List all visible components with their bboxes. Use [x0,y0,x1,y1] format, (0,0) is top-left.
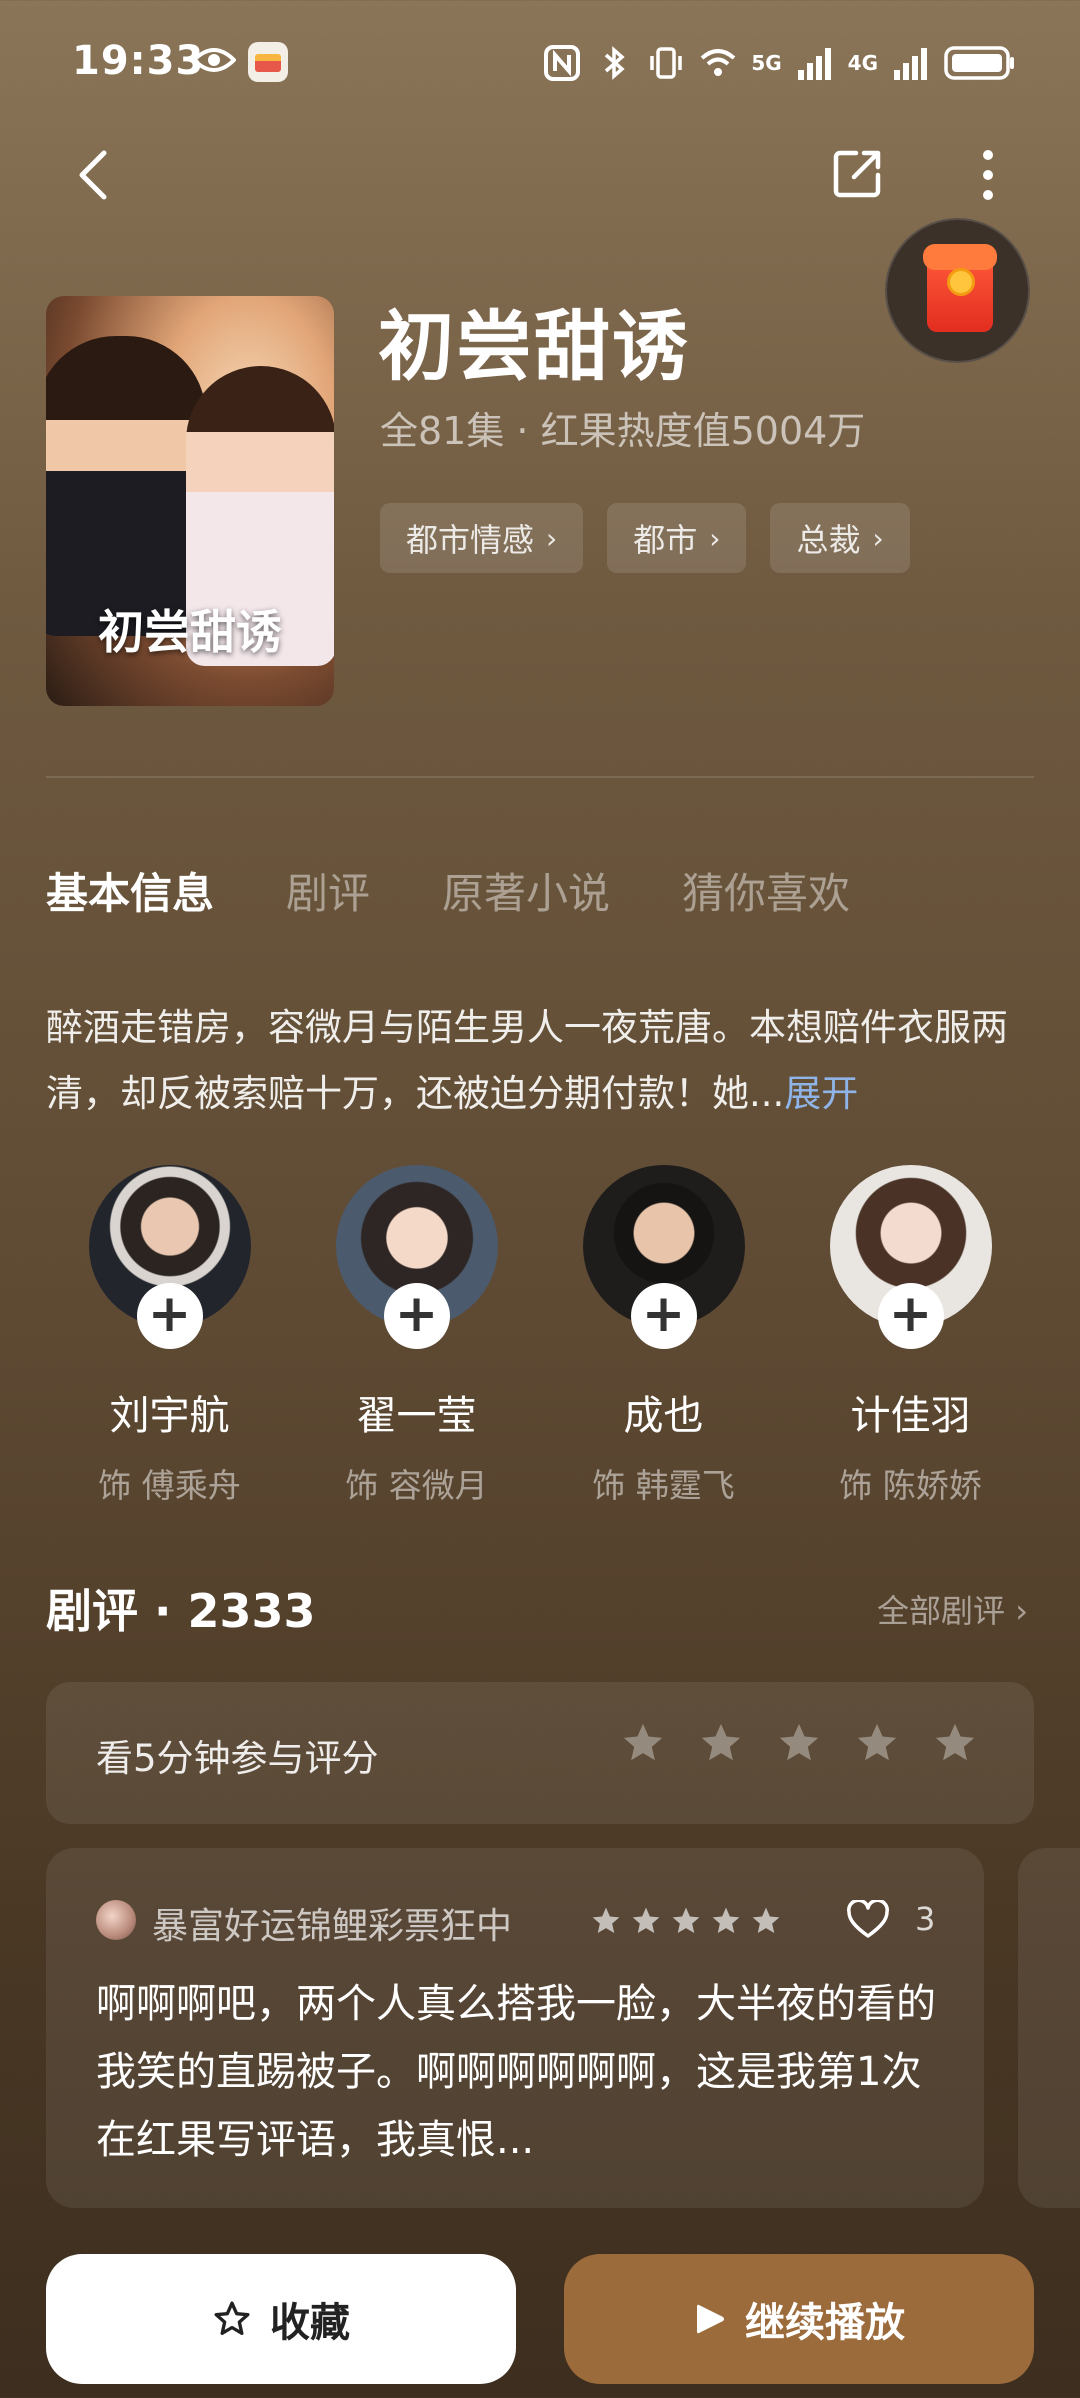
cast-role: 饰 容微月 [345,1466,488,1505]
drama-meta: 全81集 · 红果热度值5004万 [380,409,866,453]
cast-name: 成也 [623,1393,704,1439]
eye-icon [192,48,236,72]
signal-icon [797,48,831,80]
bluetooth-icon [605,46,625,80]
avatar[interactable]: + [335,1165,498,1349]
follow-plus-icon[interactable]: + [877,1283,944,1349]
back-icon[interactable] [70,145,120,205]
divider [46,776,1034,778]
cast-name: 计佳羽 [850,1393,971,1439]
more-options-icon[interactable] [978,145,998,205]
drama-title: 初尝甜诱 [378,302,690,391]
favorite-label: 收藏 [270,2300,350,2346]
synopsis-text: 醉酒走错房，容微月与陌生男人一夜荒唐。本想赔件衣服两清，却反被索赔十万，还被迫分… [46,1006,1008,1115]
review-username[interactable]: 暴富好运锦鲤彩票狂中 [152,1897,512,1949]
cast-list: + 刘宇航 饰 傅乘舟 + 翟一莹 饰 容微月 + 成也 饰 韩霆飞 + 计佳羽… [46,1165,1034,1507]
follow-plus-icon[interactable]: + [383,1283,450,1349]
star-icon[interactable] [854,1720,900,1766]
rating-stars [620,1720,978,1766]
star-icon [592,1907,620,1933]
review-text: 啊啊啊吧，两个人真么搭我一脸，大半夜的看的我笑的直踢被子。啊啊啊啊啊啊，这是我第… [96,1981,936,2163]
avatar[interactable]: + [88,1165,251,1349]
star-icon [712,1907,740,1933]
drama-poster[interactable]: 初尝甜诱 [46,296,334,706]
battery-icon [944,46,1014,80]
rating-prompt: 看5分钟参与评分 [96,1737,379,1780]
wifi-icon [700,49,736,76]
avatar[interactable]: + [829,1165,992,1349]
star-icon[interactable] [776,1720,822,1766]
continue-play-button[interactable]: 继续播放 [564,2254,1034,2384]
poster-title: 初尝甜诱 [98,605,282,659]
cast-member[interactable]: + 刘宇航 饰 傅乘舟 [50,1165,290,1507]
status-icons: 5G 4G [543,38,1016,88]
expand-link[interactable]: 展开 [784,1072,858,1115]
tag-urban-romance[interactable]: 都市情感 › [380,503,584,573]
cast-member[interactable]: + 计佳羽 饰 陈娇娇 [791,1165,1031,1507]
tab-bar: 基本信息 剧评 原著小说 猜你喜欢 [46,860,850,921]
cast-role: 饰 韩霆飞 [592,1466,735,1505]
wallet-app-icon [248,42,288,82]
cast-member[interactable]: + 翟一莹 饰 容微月 [297,1165,537,1507]
chevron-right-icon: › [1015,1592,1028,1630]
chevron-right-icon: › [709,521,721,555]
share-icon[interactable] [830,145,886,201]
chevron-right-icon: › [872,521,884,555]
cast-name: 刘宇航 [109,1393,230,1439]
cast-name: 翟一莹 [356,1393,477,1439]
status-time: 19:33 [72,38,205,84]
signal-icon-2 [894,48,927,80]
reviews-title: 剧评 · 2333 [46,1584,316,1638]
red-packet-float-button[interactable] [885,218,1030,363]
star-icon [672,1907,700,1933]
chevron-right-icon: › [546,521,558,555]
play-icon [697,2304,724,2334]
vibrate-icon [650,47,683,79]
synopsis: 醉酒走错房，容微月与陌生男人一夜荒唐。本想赔件衣服两清，却反被索赔十万，还被迫分… [46,995,1036,1127]
heart-icon[interactable] [846,1900,890,1940]
cast-role: 饰 陈娇娇 [839,1466,982,1505]
red-envelope-icon [923,244,997,332]
star-icon[interactable] [698,1720,744,1766]
cast-member[interactable]: + 成也 饰 韩霆飞 [544,1165,784,1507]
star-icon [632,1907,660,1933]
favorite-button[interactable]: 收藏 [46,2254,516,2384]
cast-role: 饰 傅乘舟 [98,1466,241,1505]
tab-original-novel[interactable]: 原著小说 [442,860,610,921]
network-4g-label: 4G [847,51,878,75]
star-icon[interactable] [620,1720,666,1766]
continue-label: 继续播放 [745,2300,905,2346]
all-reviews-link[interactable]: 全部剧评 › [877,1586,1028,1632]
tag-list: 都市情感 › 都市 › 总裁 › [380,503,910,573]
nfc-icon [544,45,581,81]
follow-plus-icon[interactable]: + [630,1283,697,1349]
avatar[interactable] [96,1900,136,1940]
star-icon[interactable] [932,1720,978,1766]
network-5g-label: 5G [751,51,782,75]
tag-urban[interactable]: 都市 › [607,503,747,573]
avatar[interactable]: + [582,1165,745,1349]
review-stars [590,1905,782,1937]
star-outline-icon [214,2301,250,2335]
tab-recommendations[interactable]: 猜你喜欢 [682,860,850,921]
review-card-next[interactable] [1018,1848,1080,2208]
star-icon [752,1907,780,1933]
tab-basic-info[interactable]: 基本信息 [46,860,214,921]
like-count: 3 [915,1900,936,1938]
follow-plus-icon[interactable]: + [136,1283,203,1349]
tag-ceo[interactable]: 总裁 › [770,503,910,573]
tab-reviews[interactable]: 剧评 [286,860,370,921]
